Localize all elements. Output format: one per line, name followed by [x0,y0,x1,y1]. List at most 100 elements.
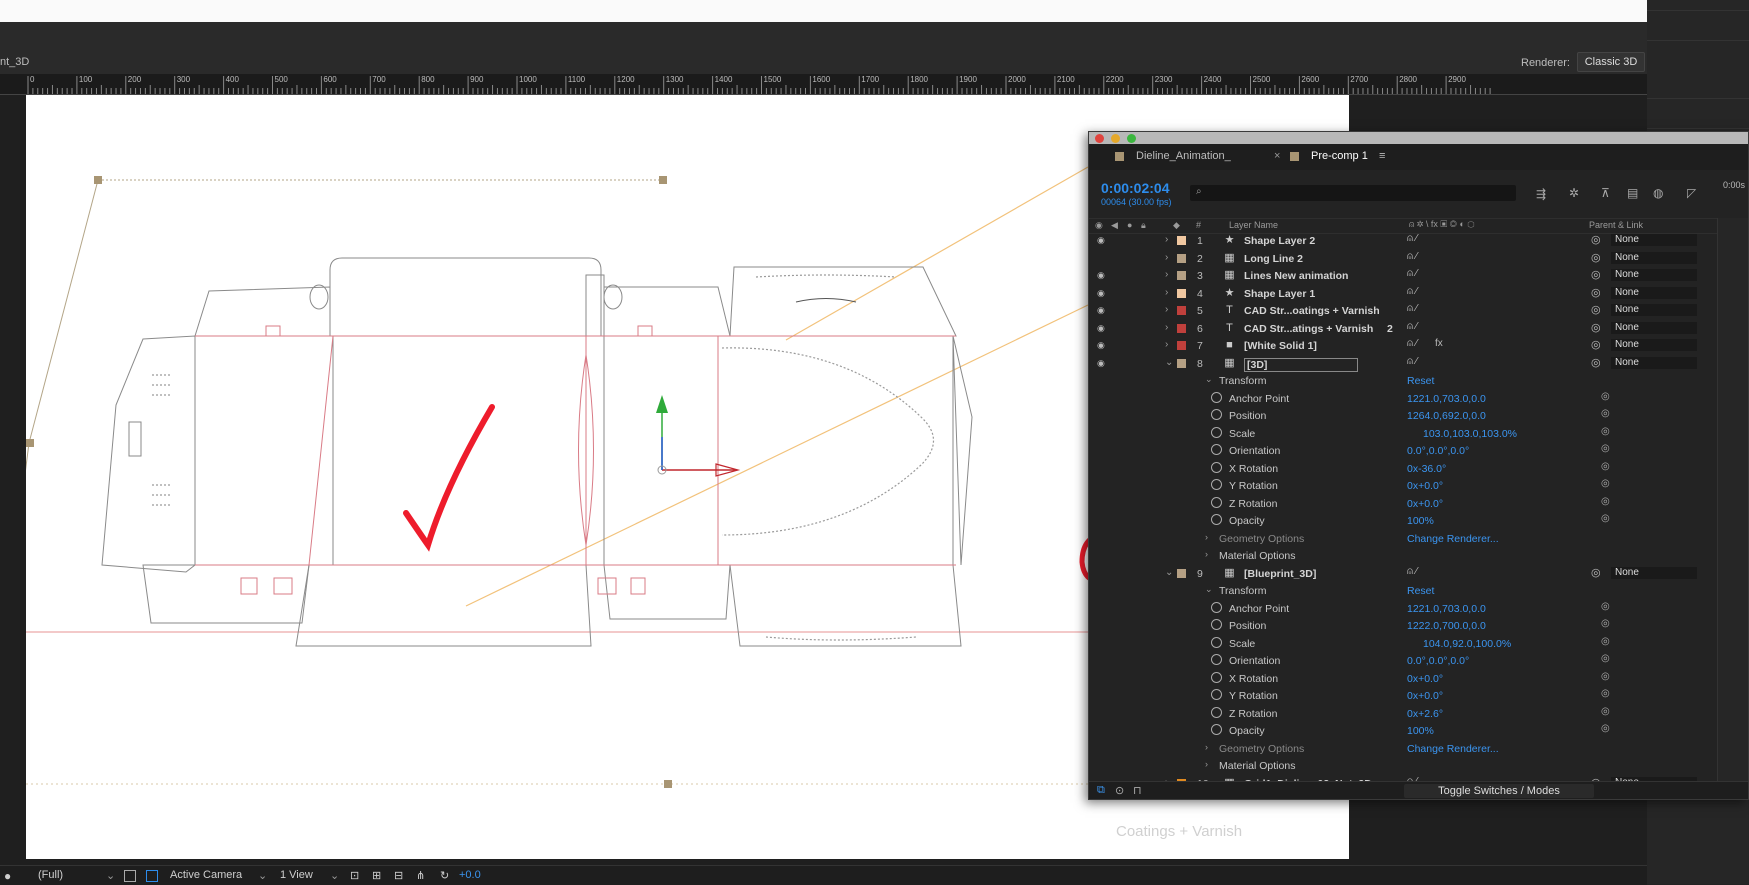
property-value[interactable]: 0.0°,0.0°,0.0° [1407,655,1469,667]
stopwatch-icon[interactable] [1211,636,1222,648]
region-of-interest-icon[interactable] [124,870,136,882]
chevron-right-icon[interactable]: › [1205,549,1208,559]
parent-dropdown[interactable]: None [1611,251,1697,264]
property-value[interactable]: 1221.0,703.0,0.0 [1407,393,1486,405]
parent-dropdown[interactable]: None [1611,321,1697,334]
property-value[interactable]: 0x+0.0° [1407,480,1443,492]
property-row[interactable]: Position 1264.0,692.0,0.0 ◎ [1089,407,1717,424]
pick-whip-icon[interactable]: ◎ [1591,338,1601,351]
close-window-button[interactable] [1095,134,1104,143]
material-options-group[interactable]: › Material Options [1089,547,1717,564]
layer-switches[interactable]: ⍝ ⁄ [1407,566,1417,577]
layer-switches-icon[interactable]: ⊙ [1115,784,1124,797]
layer-name-header[interactable]: Layer Name [1229,220,1278,230]
transform-handle[interactable] [664,780,672,788]
transform-handle[interactable] [26,439,34,447]
layer-switches[interactable]: ⍝ ⁄ [1407,233,1417,244]
stopwatch-icon[interactable] [1211,619,1222,630]
property-value[interactable]: 0x+0.0° [1407,498,1443,510]
label-color-swatch[interactable] [1177,271,1186,280]
current-timecode[interactable]: 0:00:02:04 [1101,180,1170,196]
expression-pick-whip-icon[interactable]: ◎ [1601,653,1610,664]
motion-blur-icon[interactable]: ◍ [1653,186,1663,200]
expression-pick-whip-icon[interactable]: ◎ [1601,636,1610,647]
parent-dropdown[interactable]: None [1611,339,1697,351]
label-color-swatch[interactable] [1177,236,1186,245]
property-value[interactable]: 103.0,103.0,103.0% [1423,428,1517,440]
layer-switches[interactable]: ⍝ ⁄ [1407,356,1417,367]
layer-row[interactable]: ◉ › 3 ▦ Lines New animation ⍝ ⁄ ◎ None [1089,267,1748,284]
layer-switches[interactable]: ⍝ ⁄ [1407,251,1417,262]
stopwatch-icon[interactable] [1211,461,1222,473]
visibility-eye-icon[interactable]: ◉ [1097,358,1105,369]
view-layout-dropdown[interactable]: 1 View [280,869,313,881]
change-renderer-link[interactable]: Change Renderer... [1407,533,1499,545]
label-color-swatch[interactable] [1177,306,1186,315]
material-options-group[interactable]: › Material Options [1089,757,1717,774]
stopwatch-icon[interactable] [1211,444,1222,455]
expression-pick-whip-icon[interactable]: ◎ [1601,513,1610,524]
parent-dropdown[interactable]: None [1611,356,1697,369]
expression-pick-whip-icon[interactable]: ◎ [1601,408,1610,419]
lock-column-icon[interactable]: 🔒︎ [1141,220,1146,231]
chevron-down-icon[interactable]: ⌄ [258,869,267,882]
property-value[interactable]: 0x-36.0° [1407,463,1446,475]
expression-pick-whip-icon[interactable]: ◎ [1601,671,1610,682]
property-row[interactable]: Scale 103.0,103.0,103.0% ◎ [1089,425,1717,442]
parent-dropdown[interactable]: None [1611,234,1697,246]
chevron-right-icon[interactable]: › [1165,269,1168,280]
layer-switches[interactable]: ⍝ ⁄ [1407,321,1417,332]
tab-pre-comp-1[interactable]: Pre-comp 1 [1311,150,1368,162]
audio-column-icon[interactable]: ◀ [1111,220,1118,231]
stopwatch-icon[interactable] [1211,391,1222,403]
layer-name[interactable]: CAD Str...atings + Varnish [1244,323,1373,335]
stopwatch-icon[interactable] [1211,426,1222,438]
expression-pick-whip-icon[interactable]: ◎ [1601,723,1610,734]
tab-dieline-animation[interactable]: Dieline_Animation_ [1136,150,1231,162]
layer-row[interactable]: › 2 ▦ Long Line 2 ⍝ ⁄ ◎ None [1089,250,1748,267]
layer-search-input[interactable]: ⌕ [1190,185,1516,201]
expression-pick-whip-icon[interactable]: ◎ [1601,461,1610,472]
layer-name[interactable]: Shape Layer 1 [1244,288,1315,300]
label-color-swatch[interactable] [1177,358,1186,368]
property-value[interactable]: 100% [1407,515,1434,527]
expression-pick-whip-icon[interactable]: ◎ [1601,443,1610,454]
toggle-pixel-aspect-icon[interactable]: ⊡ [350,869,359,882]
color-picker-icon[interactable]: ● [4,869,11,883]
stopwatch-icon[interactable] [1211,654,1222,665]
chevron-right-icon[interactable]: › [1165,252,1168,263]
property-row[interactable]: Y Rotation 0x+0.0° ◎ [1089,687,1717,704]
pick-whip-icon[interactable]: ◎ [1591,251,1601,264]
horizontal-ruler[interactable]: 0 100 200 300 400 500 600 700 800 900 1000 1100 1200… [0,74,1647,95]
chevron-right-icon[interactable]: › [1165,234,1168,245]
transform-handle[interactable] [94,176,102,184]
visibility-column-icon[interactable]: ◉ [1095,220,1103,231]
property-row[interactable]: Orientation 0.0°,0.0°,0.0° ◎ [1089,442,1717,459]
property-value[interactable]: 104.0,92.0,100.0% [1423,638,1511,650]
pick-whip-icon[interactable]: ◎ [1591,566,1601,579]
fast-previews-icon[interactable]: ⊞ [372,869,381,882]
visibility-eye-icon[interactable]: ◉ [1097,340,1105,351]
property-value[interactable]: 100% [1407,725,1434,737]
layer-switches[interactable]: ⍝ ⁄ [1407,303,1417,314]
in-out-icon[interactable]: ⊓ [1133,784,1142,797]
layer-switches[interactable]: ⍝ ⁄ [1407,338,1417,349]
stopwatch-icon[interactable] [1211,724,1222,735]
parent-dropdown[interactable]: None [1611,566,1697,579]
composition-name[interactable]: nt_3D [0,56,29,68]
close-tab-icon[interactable]: × [1274,150,1280,162]
chevron-right-icon[interactable]: › [1205,759,1208,769]
label-color-swatch[interactable] [1177,323,1186,333]
panel-titlebar[interactable] [1089,132,1748,144]
property-row[interactable]: Scale 104.0,92.0,100.0% ◎ [1089,635,1717,652]
flowchart-icon[interactable]: ⋔ [416,869,425,882]
stopwatch-icon[interactable] [1211,706,1222,718]
chevron-right-icon[interactable]: › [1165,322,1168,333]
label-column-icon[interactable]: ◆ [1173,220,1180,231]
parent-dropdown[interactable]: None [1611,304,1697,316]
tab-menu-icon[interactable]: ≡ [1379,150,1385,162]
visibility-eye-icon[interactable]: ◉ [1097,323,1105,334]
stopwatch-icon[interactable] [1211,496,1222,508]
chevron-right-icon[interactable]: › [1165,304,1168,315]
render-time-icon[interactable]: ⧉ [1097,784,1105,797]
